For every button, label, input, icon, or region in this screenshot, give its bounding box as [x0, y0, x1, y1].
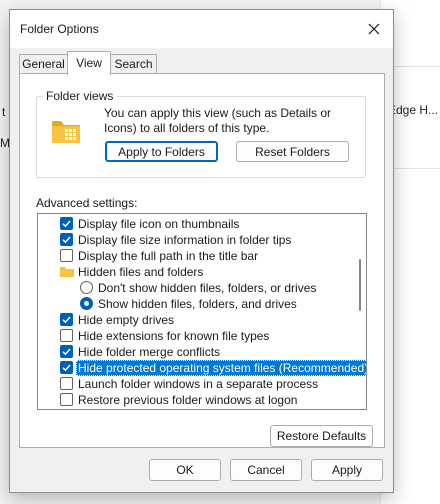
advanced-settings-list[interactable]: Display file icon on thumbnails Display …: [37, 213, 367, 410]
apply-button[interactable]: Apply: [311, 459, 383, 481]
list-item[interactable]: Display the full path in the title bar: [38, 248, 354, 264]
apply-to-folders-button[interactable]: Apply to Folders: [105, 141, 218, 162]
list-item[interactable]: Restore previous folder windows at logon: [38, 392, 354, 408]
vertical-scrollbar[interactable]: [356, 214, 364, 409]
list-item[interactable]: Display file size information in folder …: [38, 232, 354, 248]
list-item-label: Display the full path in the title bar: [78, 249, 259, 263]
restore-defaults-button[interactable]: Restore Defaults: [270, 425, 373, 447]
dialog-title: Folder Options: [20, 22, 99, 36]
tab-search-label: Search: [114, 57, 153, 71]
list-item[interactable]: Display file icon on thumbnails: [38, 216, 354, 232]
apply-label: Apply: [331, 463, 363, 477]
folder-options-dialog: Folder Options General View Search Folde…: [9, 9, 394, 493]
tab-general[interactable]: General: [19, 54, 68, 74]
background-text: Edge H...: [388, 103, 439, 117]
list-item[interactable]: Hidden files and folders: [38, 264, 354, 280]
folder-views-legend: Folder views: [43, 89, 117, 103]
folder-icon: [60, 267, 74, 277]
tab-general-label: General: [22, 57, 65, 71]
radio-selected[interactable]: [80, 297, 93, 310]
title-bar[interactable]: Folder Options: [10, 10, 393, 48]
list-item[interactable]: Launch folder windows in a separate proc…: [38, 376, 354, 392]
restore-defaults-label: Restore Defaults: [276, 429, 367, 443]
list-item-label: Display file icon on thumbnails: [78, 217, 240, 231]
ok-button[interactable]: OK: [149, 459, 221, 481]
close-button[interactable]: [363, 18, 385, 40]
list-item-label: Hidden files and folders: [78, 265, 204, 279]
checkbox-checked[interactable]: [60, 361, 73, 374]
cancel-label: Cancel: [247, 463, 285, 477]
list-item[interactable]: Hide folder merge conflicts: [38, 344, 354, 360]
checkbox-checked[interactable]: [60, 233, 73, 246]
checkbox-unchecked[interactable]: [60, 393, 73, 406]
list-item-label: Hide extensions for known file types: [78, 329, 270, 343]
reset-folders-button[interactable]: Reset Folders: [236, 141, 349, 162]
folder-icon: [52, 121, 80, 143]
folder-views-group: Folder views You can apply this view (su…: [36, 89, 366, 178]
list-item-label: Launch folder windows in a separate proc…: [78, 377, 319, 391]
scrollbar-thumb[interactable]: [359, 259, 361, 311]
reset-folders-label: Reset Folders: [255, 144, 330, 159]
list-item-label: Hide protected operating system files (R…: [76, 360, 366, 376]
dialog-footer: OK Cancel Apply: [10, 452, 393, 492]
checkbox-checked[interactable]: [60, 345, 73, 358]
list-item-label: Show hidden files, folders, and drives: [98, 297, 297, 311]
list-item[interactable]: Hide empty drives: [38, 312, 354, 328]
checkbox-checked[interactable]: [60, 217, 73, 230]
list-item-label: Don't show hidden files, folders, or dri…: [98, 281, 317, 295]
list-item-label: Display file size information in folder …: [78, 233, 292, 247]
checkbox-checked[interactable]: [60, 313, 73, 326]
list-item-label: Hide folder merge conflicts: [78, 345, 221, 359]
ok-label: OK: [176, 463, 194, 477]
list-item-label: Restore previous folder windows at logon: [78, 393, 298, 407]
cancel-button[interactable]: Cancel: [230, 459, 302, 481]
checkbox-unchecked[interactable]: [60, 249, 73, 262]
advanced-settings-label: Advanced settings:: [36, 196, 138, 210]
tab-view[interactable]: View: [67, 51, 111, 75]
tab-view-label: View: [76, 56, 102, 70]
background-text: t: [2, 105, 6, 119]
radio-unselected[interactable]: [80, 281, 93, 294]
view-tab-panel: Folder views You can apply this view (su…: [19, 73, 385, 448]
list-item-selected[interactable]: Hide protected operating system files (R…: [38, 360, 366, 376]
list-item-label: Hide empty drives: [78, 313, 175, 327]
list-item[interactable]: Don't show hidden files, folders, or dri…: [38, 280, 354, 296]
checkbox-unchecked[interactable]: [60, 329, 73, 342]
checkbox-unchecked[interactable]: [60, 377, 73, 390]
close-icon: [368, 23, 380, 35]
list-item[interactable]: Hide extensions for known file types: [38, 328, 354, 344]
folder-views-description: You can apply this view (such as Details…: [104, 106, 332, 135]
tab-search[interactable]: Search: [110, 54, 157, 74]
apply-to-folders-label: Apply to Folders: [118, 144, 205, 159]
list-item[interactable]: Show hidden files, folders, and drives: [38, 296, 354, 312]
